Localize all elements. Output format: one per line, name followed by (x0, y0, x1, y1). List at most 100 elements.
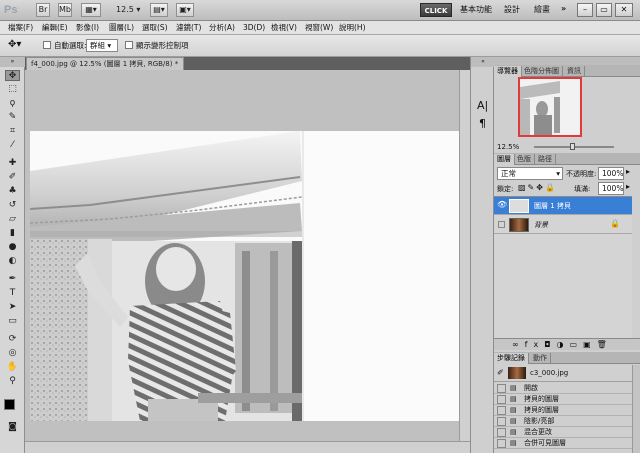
auto-select-value: 群組 (90, 41, 105, 50)
history-brush-source-icon[interactable]: ✐ (497, 368, 504, 377)
horizontal-scrollbar[interactable] (25, 441, 470, 453)
tab-info[interactable]: 資訊 (564, 66, 585, 77)
show-transform-checkbox[interactable] (125, 41, 133, 49)
history-scrollbar[interactable] (632, 365, 640, 453)
lasso-tool-icon[interactable]: ϙ (5, 98, 20, 109)
opacity-field[interactable]: 100% (598, 167, 624, 180)
foreground-color-swatch[interactable] (4, 399, 15, 410)
type-tool-icon[interactable]: T (5, 288, 20, 299)
tab-histogram[interactable]: 色階分佈圖 (521, 66, 563, 77)
crop-tool-icon[interactable]: ⌗ (5, 126, 20, 137)
tab-history[interactable]: 步驟記錄 (494, 353, 529, 364)
history-step[interactable]: ▤ 陰影/亮部 (494, 416, 632, 427)
path-selection-tool-icon[interactable]: ➤ (5, 302, 20, 313)
3d-orbit-tool-icon[interactable]: ◎ (5, 348, 20, 359)
character-panel-icon[interactable]: A| (477, 99, 488, 112)
auto-select-checkbox[interactable] (43, 41, 51, 49)
toolbox-collapse-icon[interactable]: » (0, 57, 25, 67)
fill-field[interactable]: 100% (598, 182, 624, 195)
history-tabs: 步驟記錄 動作 (494, 352, 640, 364)
brush-tool-icon[interactable]: ✐ (5, 172, 20, 183)
screen-mode-icon[interactable]: ▣▾ (176, 3, 194, 17)
quick-select-tool-icon[interactable]: ✎ (5, 112, 20, 123)
menu-help[interactable]: 說明(H) (339, 22, 366, 34)
menu-image[interactable]: 影像(I) (76, 22, 99, 34)
opacity-dropdown-icon[interactable]: ▸ (626, 167, 630, 176)
history-step[interactable]: ▤ 合併可見圖層 (494, 438, 632, 449)
menu-layer[interactable]: 圖層(L) (109, 22, 134, 34)
close-button[interactable]: ✕ (615, 3, 633, 17)
blur-tool-icon[interactable]: ● (5, 242, 20, 253)
history-step[interactable]: ▤ 拷貝的圖層 (494, 405, 632, 416)
layers-footer-icons[interactable]: ∞fx◘◑▭▣🗑 (494, 338, 640, 350)
history-step-label: 拷貝的圖層 (524, 406, 559, 414)
history-brush-tool-icon[interactable]: ↺ (5, 200, 20, 211)
pen-tool-icon[interactable]: ✒ (5, 274, 20, 285)
marquee-tool-icon[interactable]: ⬚ (5, 84, 20, 95)
minimize-button[interactable]: – (577, 3, 593, 17)
history-snapshot[interactable]: ✐ c3_000.jpg (494, 365, 632, 382)
workspace-design[interactable]: 設計 (504, 4, 520, 15)
dodge-tool-icon[interactable]: ◐ (5, 256, 20, 267)
workspace-essentials[interactable]: 基本功能 (460, 4, 492, 15)
document-canvas[interactable] (30, 131, 459, 421)
history-step[interactable]: ▤ 拷貝的圖層 (494, 394, 632, 405)
vertical-scrollbar[interactable] (459, 70, 470, 442)
healing-brush-tool-icon[interactable]: ✚ (5, 158, 20, 169)
layer-thumbnail (509, 199, 529, 213)
menu-window[interactable]: 視窗(W) (305, 22, 333, 34)
tab-layers[interactable]: 圖層 (494, 154, 515, 165)
menu-filter[interactable]: 濾鏡(T) (176, 22, 201, 34)
zoom-tool-icon[interactable]: ⚲ (5, 376, 20, 387)
clone-stamp-tool-icon[interactable]: ♣ (5, 186, 20, 197)
paragraph-panel-icon[interactable]: ¶ (479, 117, 486, 130)
quick-mask-icon[interactable]: ◙ (5, 422, 20, 433)
tab-navigator[interactable]: 導覽器 (494, 66, 522, 77)
tab-actions[interactable]: 動作 (530, 353, 551, 364)
workspace-painting[interactable]: 繪畫 (534, 4, 550, 15)
menu-select[interactable]: 選取(S) (142, 22, 168, 34)
move-tool-icon[interactable]: ✥ (5, 70, 20, 81)
arrange-documents-icon[interactable]: ▤▾ (150, 3, 168, 17)
visibility-toggle[interactable] (498, 221, 505, 228)
show-transform-label: 顯示變形控制項 (136, 41, 189, 50)
gradient-tool-icon[interactable]: ▮ (5, 228, 20, 239)
zoom-level[interactable]: 12.5 ▾ (116, 5, 140, 14)
navigator-preview[interactable] (518, 77, 582, 137)
hand-tool-icon[interactable]: ✋ (5, 362, 20, 373)
history-step[interactable]: ▤ 開啟 (494, 383, 632, 394)
strip-expand-icon[interactable]: « (471, 57, 495, 67)
eraser-tool-icon[interactable]: ▱ (5, 214, 20, 225)
menu-view[interactable]: 檢視(V) (271, 22, 297, 34)
menu-analysis[interactable]: 分析(A) (209, 22, 235, 34)
3d-rotate-tool-icon[interactable]: ⟳ (5, 334, 20, 345)
click-button[interactable]: CLICK (420, 3, 452, 17)
snapshot-thumbnail (508, 367, 526, 379)
menu-3d[interactable]: 3D(D) (243, 22, 265, 34)
history-step[interactable]: ▤ 混合更改 (494, 427, 632, 438)
bridge-icon[interactable]: Br (36, 3, 50, 17)
tab-paths[interactable]: 路徑 (535, 154, 556, 165)
blend-mode-dropdown[interactable]: 正常 ▾ (497, 167, 563, 180)
layer-row-copy[interactable]: 👁 圖層 1 拷貝 (494, 197, 632, 215)
more-workspaces[interactable]: » (561, 4, 566, 13)
history-step-icon: ▤ (510, 417, 517, 425)
eye-icon[interactable]: 👁 (497, 200, 507, 209)
tab-channels[interactable]: 色版 (514, 154, 535, 165)
minibridge-icon[interactable]: Mb (58, 3, 72, 17)
auto-select-dropdown[interactable]: 群組 ▾ (86, 39, 118, 52)
move-tool-preset-icon[interactable]: ✥▾ (8, 39, 21, 50)
toolbox: » ✥ ⬚ ϙ ✎ ⌗ ⁄ ✚ ✐ ♣ ↺ ▱ ▮ ● ◐ ✒ T ➤ ▭ ⟳ … (0, 57, 25, 453)
eyedropper-tool-icon[interactable]: ⁄ (5, 140, 20, 151)
navigator-slider-thumb[interactable] (570, 143, 575, 150)
document-tab[interactable]: f4_000.jpg @ 12.5% (圖層 1 拷貝, RGB/8) * × (26, 57, 184, 81)
layer-row-background[interactable]: 背景 🔒 (494, 216, 632, 234)
fill-dropdown-icon[interactable]: ▸ (626, 182, 630, 191)
restore-button[interactable]: ▭ (596, 3, 612, 17)
menu-file[interactable]: 檔案(F) (8, 22, 33, 34)
lock-icons[interactable]: ▨✎✥🔒 (518, 183, 557, 192)
extras-dropdown[interactable]: ▦▾ (81, 3, 101, 17)
shape-tool-icon[interactable]: ▭ (5, 316, 20, 327)
menu-edit[interactable]: 編輯(E) (42, 22, 68, 34)
navigator-zoom[interactable]: 12.5% (497, 143, 519, 151)
